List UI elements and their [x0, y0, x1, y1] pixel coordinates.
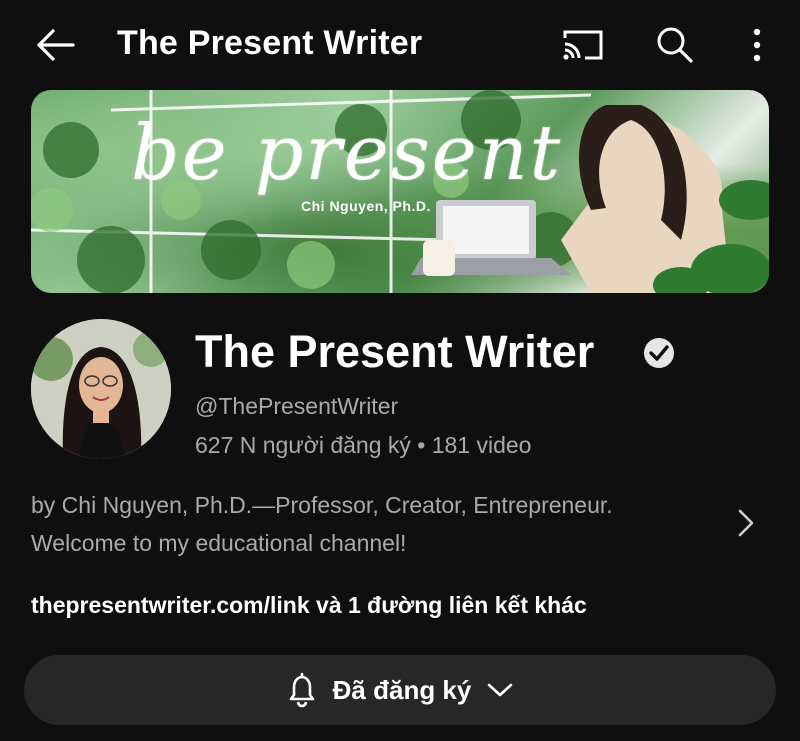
cast-button[interactable]: [557, 22, 609, 68]
channel-stats: 627 N người đăng ký • 181 video: [195, 432, 532, 458]
more-vert-icon: [753, 28, 761, 62]
channel-links[interactable]: thepresentwriter.com/link và 1 đường liê…: [31, 592, 587, 619]
top-app-bar: The Present Writer: [0, 0, 800, 90]
channel-name: The Present Writer: [195, 326, 595, 377]
banner-script-text: be present: [131, 108, 563, 197]
description-line-1: by Chi Nguyen, Ph.D.—Professor, Creator,…: [31, 492, 613, 518]
description-line-2: Welcome to my educational channel!: [31, 530, 407, 556]
search-icon: [657, 27, 693, 63]
banner-subtitle: Chi Nguyen, Ph.D.: [301, 198, 431, 214]
search-button[interactable]: [652, 22, 698, 68]
page-title: The Present Writer: [117, 24, 423, 62]
channel-description[interactable]: by Chi Nguyen, Ph.D.—Professor, Creator,…: [31, 486, 691, 562]
subscribed-label: Đã đăng ký: [332, 674, 472, 705]
more-options-button[interactable]: [740, 22, 774, 68]
verified-badge-icon: [644, 338, 674, 368]
bell-icon: [289, 672, 314, 708]
back-arrow-icon: [37, 29, 75, 61]
back-button[interactable]: [30, 22, 80, 68]
channel-avatar[interactable]: [31, 319, 171, 459]
cast-icon: [563, 30, 603, 60]
chevron-down-icon: [488, 683, 513, 697]
channel-banner[interactable]: be present Chi Nguyen, Ph.D.: [31, 90, 769, 293]
chevron-right-icon[interactable]: [732, 505, 758, 541]
avatar-photo: [31, 319, 171, 459]
subscribed-button[interactable]: Đã đăng ký: [24, 655, 776, 725]
channel-handle: @ThePresentWriter: [195, 393, 399, 419]
